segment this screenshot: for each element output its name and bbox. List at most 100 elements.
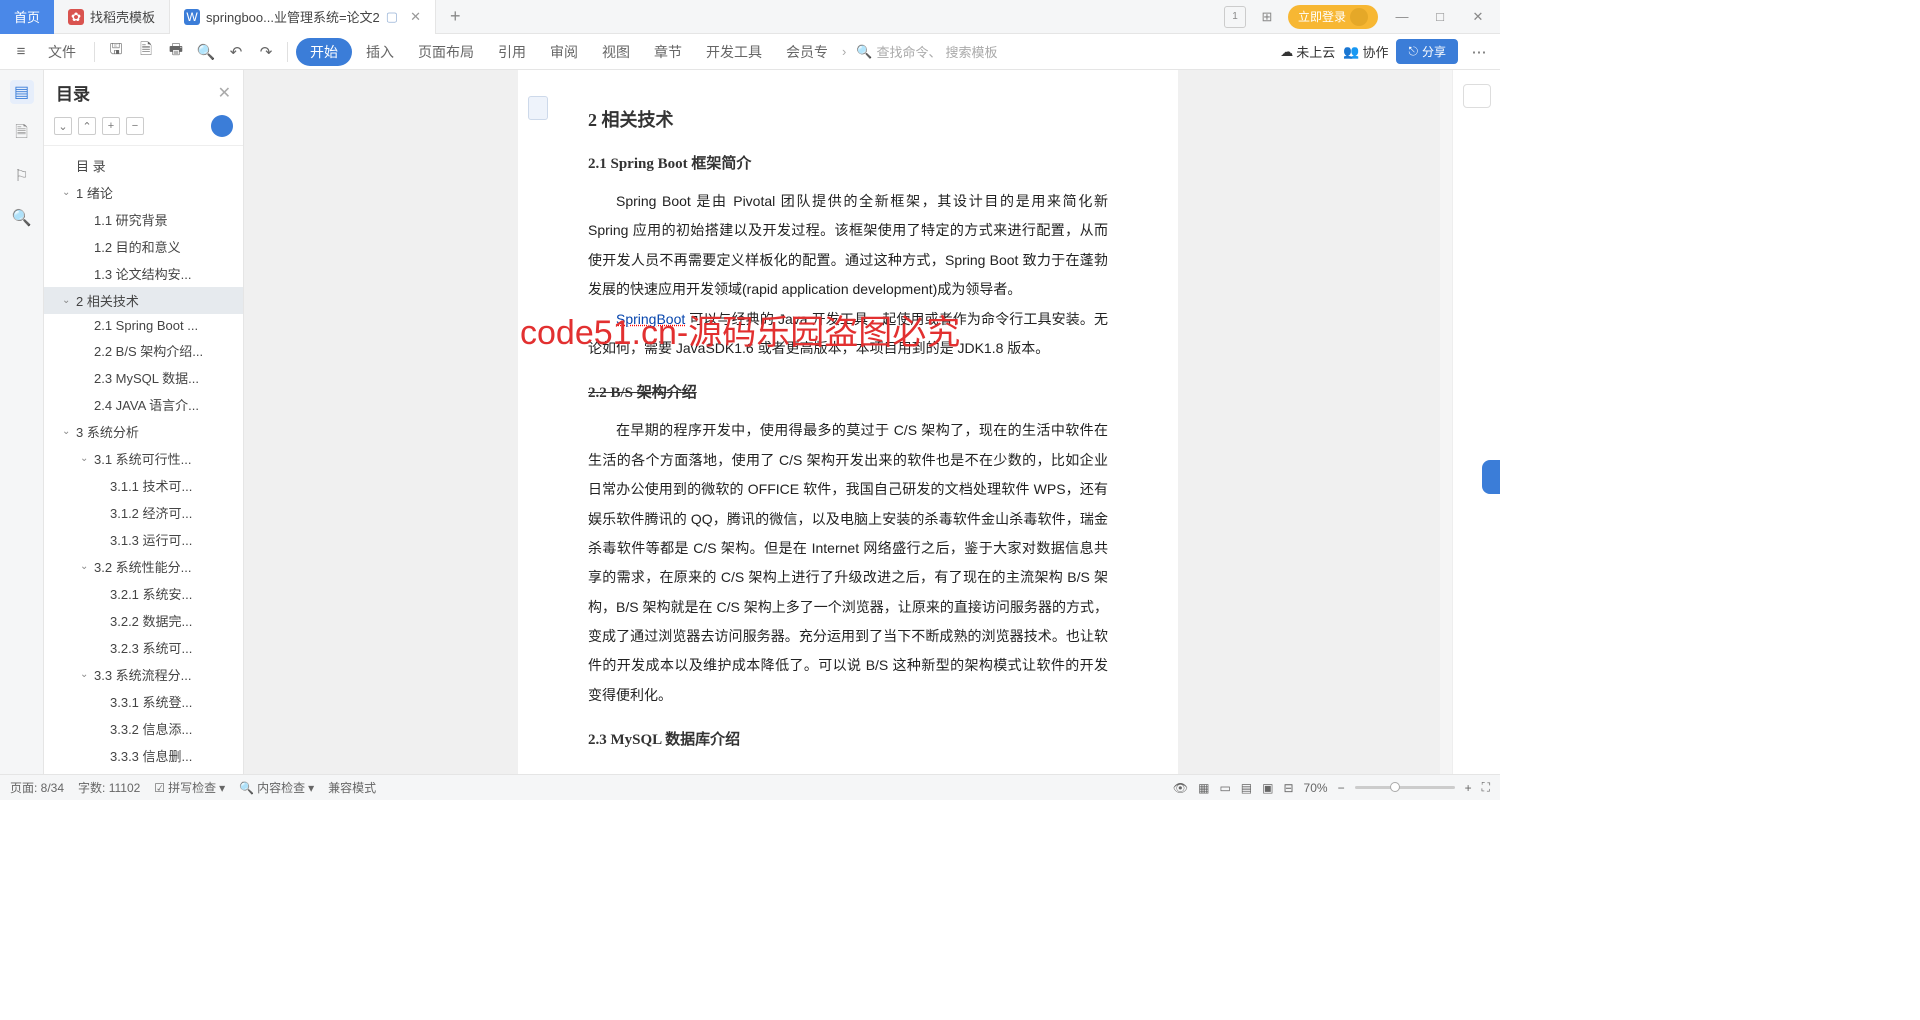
outline-item[interactable]: 目 录: [44, 152, 243, 179]
menu-file[interactable]: 文件: [38, 38, 86, 66]
ruler-icon[interactable]: ⊟: [1283, 781, 1293, 795]
share-button[interactable]: ⎋分享: [1396, 39, 1458, 64]
outline-item[interactable]: 3.3.1 系统登...: [44, 688, 243, 715]
compat-mode[interactable]: 兼容模式: [328, 779, 376, 796]
outline-icon[interactable]: ▤: [10, 80, 34, 104]
zoom-slider[interactable]: [1355, 786, 1455, 789]
search-commands[interactable]: 🔍 查找命令、 搜索模板: [850, 42, 1003, 61]
outline-item[interactable]: ⌄ 2 相关技术: [44, 287, 243, 314]
menu-icon[interactable]: ≡: [8, 39, 34, 65]
menu-devtools[interactable]: 开发工具: [696, 38, 772, 66]
tab-templates[interactable]: ✿ 找稻壳模板: [54, 0, 170, 34]
outline-item[interactable]: 3.3.3 信息删...: [44, 742, 243, 769]
new-tab-button[interactable]: +: [436, 6, 475, 27]
outline-item[interactable]: 1.1 研究背景: [44, 206, 243, 233]
tab-label: springboo...业管理系统=论文2: [206, 7, 380, 26]
tab-document[interactable]: W springboo...业管理系统=论文2 ▢ ✕: [170, 0, 436, 34]
scrollbar[interactable]: [1440, 70, 1452, 774]
menu-review[interactable]: 审阅: [540, 38, 588, 66]
outline-item[interactable]: 2.4 JAVA 语言介...: [44, 391, 243, 418]
view-outline-icon[interactable]: ▤: [1241, 781, 1252, 795]
close-icon[interactable]: ✕: [410, 9, 421, 25]
content-check[interactable]: 🔍内容检查▾: [239, 779, 314, 796]
bookmark-icon[interactable]: ⚐: [10, 164, 34, 188]
outline-item[interactable]: 3.1.3 运行可...: [44, 526, 243, 553]
outline-item[interactable]: ⌄3 系统分析: [44, 418, 243, 445]
menu-insert[interactable]: 插入: [356, 38, 404, 66]
menu-member[interactable]: 会员专: [776, 38, 838, 66]
outline-item[interactable]: 3.1.1 技术可...: [44, 472, 243, 499]
zoom-value[interactable]: 70%: [1304, 781, 1328, 795]
menu-layout[interactable]: 页面布局: [408, 38, 484, 66]
tab-home[interactable]: 首页: [0, 0, 54, 34]
outline-item-label: 2 相关技术: [76, 291, 139, 310]
toggle-pane-button[interactable]: [1463, 84, 1491, 108]
remove-button[interactable]: −: [126, 117, 144, 135]
view-web-icon[interactable]: ▭: [1219, 781, 1230, 795]
redo-icon[interactable]: ↷: [253, 39, 279, 65]
outline-item[interactable]: 3.3.2 信息添...: [44, 715, 243, 742]
outline-item[interactable]: 2.1 Spring Boot ...: [44, 314, 243, 337]
minimize-button[interactable]: —: [1388, 9, 1416, 24]
page-icon[interactable]: 🗎: [10, 122, 34, 146]
zoom-in-button[interactable]: +: [1465, 781, 1472, 795]
view-read-icon[interactable]: ▣: [1262, 781, 1273, 795]
outline-item-label: 3.3.1 系统登...: [110, 692, 192, 711]
view-eye-icon[interactable]: 👁: [1173, 781, 1188, 795]
heading-2: 2 相关技术: [588, 106, 1108, 132]
collapse-all-button[interactable]: ⌄: [54, 117, 72, 135]
outline-item[interactable]: ⌄3.1 系统可行性...: [44, 445, 243, 472]
outline-item[interactable]: 3.2.3 系统可...: [44, 634, 243, 661]
avatar-icon: [1350, 8, 1368, 26]
outline-close-icon[interactable]: ✕: [218, 83, 231, 103]
springboot-link[interactable]: SpringBoot: [616, 311, 685, 327]
outline-title: 目录: [56, 80, 218, 105]
login-button[interactable]: 立即登录: [1288, 5, 1378, 29]
heading-21: 2.1 Spring Boot 框架简介: [588, 152, 1108, 173]
outline-item[interactable]: 2.2 B/S 架构介绍...: [44, 337, 243, 364]
outline-item[interactable]: ⌄1 绪论: [44, 179, 243, 206]
menu-chapter[interactable]: 章节: [644, 38, 692, 66]
ai-icon[interactable]: [211, 115, 233, 137]
layout1-icon[interactable]: 1: [1224, 6, 1246, 28]
outline-item[interactable]: ⌄3.2 系统性能分...: [44, 553, 243, 580]
save-as-icon[interactable]: 🗎: [133, 39, 159, 65]
menu-start[interactable]: 开始: [296, 38, 352, 66]
outline-item[interactable]: 3.2.2 数据完...: [44, 607, 243, 634]
outline-item[interactable]: ⌄3.3 系统流程分...: [44, 661, 243, 688]
view-print-icon[interactable]: ▦: [1198, 781, 1209, 795]
word-count[interactable]: 字数: 11102: [78, 779, 140, 796]
maximize-button[interactable]: □: [1426, 9, 1454, 24]
page-indicator[interactable]: 页面: 8/34: [10, 779, 64, 796]
save-icon[interactable]: 🖫: [103, 39, 129, 65]
print-icon[interactable]: 🖶: [163, 39, 189, 65]
chevron-down-icon: ⌄: [80, 669, 90, 680]
page-marker-icon[interactable]: [528, 96, 548, 120]
outline-item[interactable]: 3.2.1 系统安...: [44, 580, 243, 607]
outline-item-label: 2.3 MySQL 数据...: [94, 368, 199, 387]
outline-item[interactable]: 1.3 论文结构安...: [44, 260, 243, 287]
outline-item[interactable]: 2.3 MySQL 数据...: [44, 364, 243, 391]
document-page[interactable]: 2 相关技术 2.1 Spring Boot 框架简介 Spring Boot …: [518, 70, 1178, 774]
preview-icon[interactable]: 🔍: [193, 39, 219, 65]
zoom-out-button[interactable]: −: [1338, 781, 1345, 795]
add-button[interactable]: +: [102, 117, 120, 135]
more-icon[interactable]: ⋯: [1466, 39, 1492, 65]
menu-view[interactable]: 视图: [592, 38, 640, 66]
outline-item[interactable]: 1.2 目的和意义: [44, 233, 243, 260]
undo-icon[interactable]: ↶: [223, 39, 249, 65]
apps-icon[interactable]: ⊞: [1256, 6, 1278, 28]
spell-check[interactable]: ☑拼写检查▾: [154, 779, 225, 796]
close-button[interactable]: ✕: [1464, 9, 1492, 25]
doke-icon: ✿: [68, 9, 84, 25]
chevron-down-icon: ⌄: [62, 295, 72, 306]
cloud-status[interactable]: ☁未上云: [1280, 42, 1335, 61]
fullscreen-icon[interactable]: ⛶: [1482, 780, 1490, 795]
float-side-tab[interactable]: [1482, 460, 1500, 494]
outline-item[interactable]: 3.1.2 经济可...: [44, 499, 243, 526]
menu-reference[interactable]: 引用: [488, 38, 536, 66]
expand-all-button[interactable]: ⌃: [78, 117, 96, 135]
search-icon[interactable]: 🔍: [10, 206, 34, 230]
collab-button[interactable]: 👥协作: [1343, 42, 1388, 61]
outline-item-label: 3.2.3 系统可...: [110, 638, 192, 657]
